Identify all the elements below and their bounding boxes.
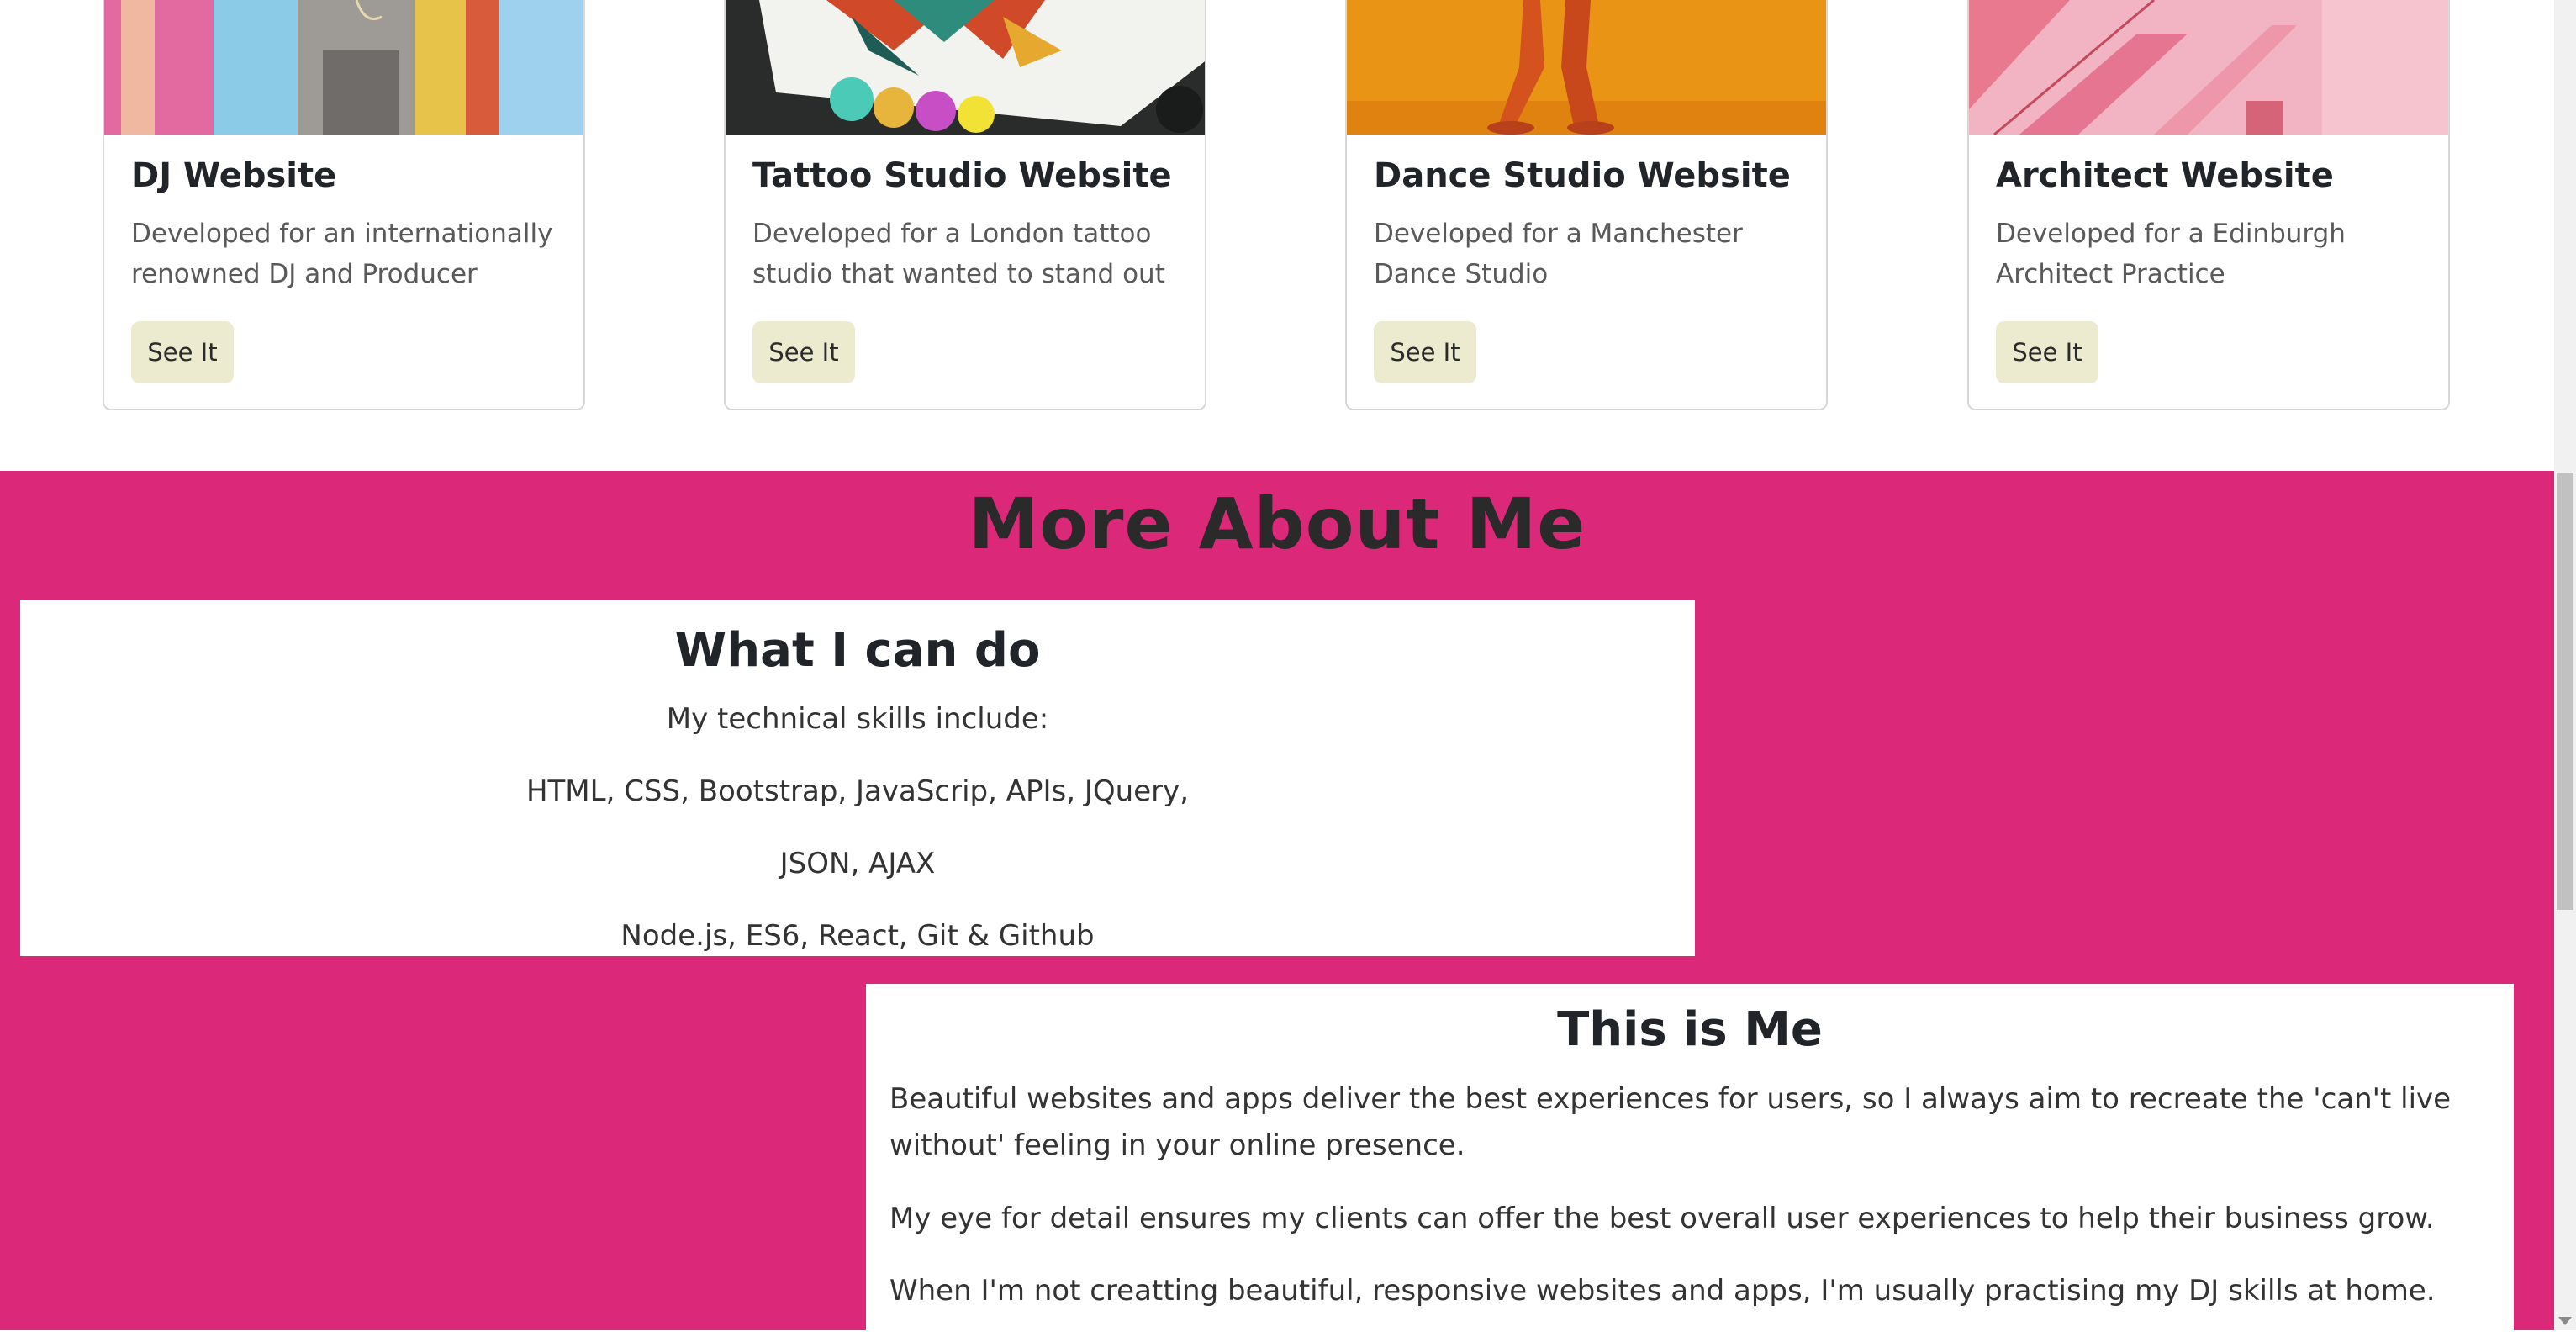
see-it-button-dance[interactable]: See It bbox=[1374, 321, 1476, 383]
about-paragraph: My eye for detail ensures my clients can… bbox=[889, 1202, 2435, 1235]
architect-project-image bbox=[1969, 0, 2448, 135]
portfolio-section: DJ Website Developed for an internationa… bbox=[0, 0, 2554, 471]
skills-list-line: Node.js, ES6, React, Git & Github bbox=[620, 919, 1095, 953]
card-title: Dance Studio Website bbox=[1374, 156, 1791, 195]
about-heading: More About Me bbox=[968, 483, 1586, 565]
card-description: Developed for a London tattoo studio tha… bbox=[752, 219, 1165, 289]
page-scrollbar[interactable] bbox=[2554, 0, 2576, 1330]
dance-project-image bbox=[1347, 0, 1826, 135]
scroll-down-arrow-icon[interactable] bbox=[2558, 1317, 2572, 1325]
this-is-me-panel: This is Me Beautiful websites and apps d… bbox=[866, 984, 2514, 1337]
card-description: Developed for an internationally renowne… bbox=[131, 219, 553, 289]
project-card-dance: Dance Studio Website Developed for a Man… bbox=[1345, 0, 1828, 410]
about-section: More About Me What I can do My technical… bbox=[0, 471, 2554, 1337]
see-it-button-architect[interactable]: See It bbox=[1996, 321, 2098, 383]
card-title: DJ Website bbox=[131, 156, 337, 195]
card-description: Developed for a Edinburgh Architect Prac… bbox=[1996, 219, 2346, 289]
skills-list-line: JSON, AJAX bbox=[779, 847, 936, 880]
card-description: Developed for a Manchester Dance Studio bbox=[1374, 219, 1743, 289]
dj-project-image bbox=[104, 0, 583, 135]
this-is-me-title: This is Me bbox=[1557, 1002, 1823, 1057]
card-title: Architect Website bbox=[1996, 156, 2334, 195]
see-it-button-dj[interactable]: See It bbox=[131, 321, 234, 383]
about-paragraph: When I'm not creatting beautiful, respon… bbox=[889, 1274, 2436, 1308]
skills-panel: What I can do My technical skills includ… bbox=[20, 600, 1695, 956]
about-paragraph: Beautiful websites and apps deliver the … bbox=[889, 1082, 2452, 1162]
project-card-dj: DJ Website Developed for an internationa… bbox=[103, 0, 585, 410]
skills-intro: My technical skills include: bbox=[666, 702, 1049, 736]
project-card-tattoo: Tattoo Studio Website Developed for a Lo… bbox=[724, 0, 1206, 410]
skills-list-line: HTML, CSS, Bootstrap, JavaScrip, APIs, J… bbox=[525, 774, 1190, 808]
project-card-architect: Architect Website Developed for a Edinbu… bbox=[1967, 0, 2450, 410]
see-it-button-tattoo[interactable]: See It bbox=[752, 321, 855, 383]
scrollbar-thumb[interactable] bbox=[2557, 473, 2573, 910]
skills-title: What I can do bbox=[674, 623, 1041, 678]
tattoo-project-image bbox=[726, 0, 1205, 135]
card-title: Tattoo Studio Website bbox=[752, 156, 1172, 195]
